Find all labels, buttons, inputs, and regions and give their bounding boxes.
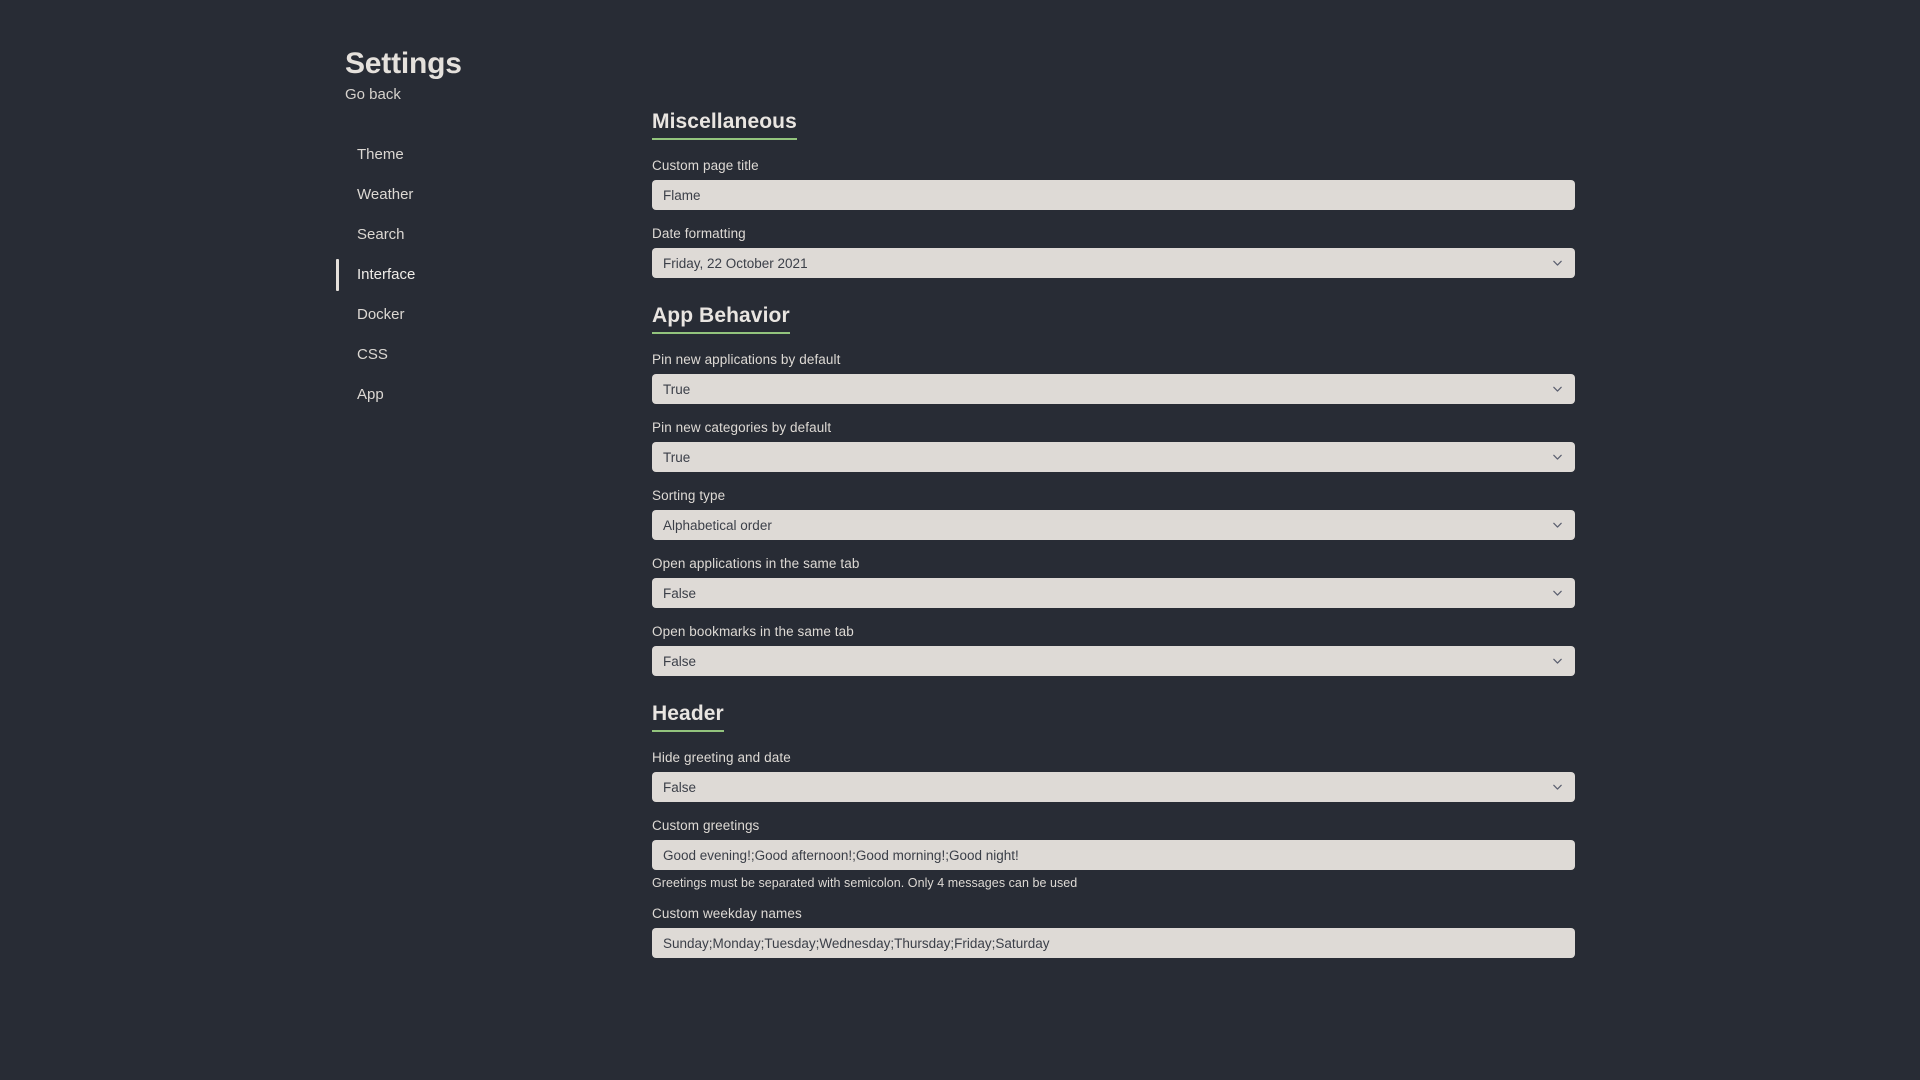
custom-greetings-helper-text: Greetings must be separated with semicol… (652, 876, 1078, 890)
sidebar-item-label: App (357, 386, 384, 403)
settings-sidebar: Settings Go back Theme Weather Search In… (336, 47, 605, 415)
pin-new-applications-select[interactable]: True (652, 374, 1575, 404)
custom-greetings-input[interactable]: Good evening!;Good afternoon!;Good morni… (652, 840, 1575, 870)
go-back-link[interactable]: Go back (345, 86, 605, 103)
field-hide-greeting-and-date: Hide greeting and date False (652, 750, 1575, 802)
custom-weekday-names-input[interactable]: Sunday;Monday;Tuesday;Wednesday;Thursday… (652, 928, 1575, 958)
field-custom-page-title: Custom page title Flame (652, 158, 1575, 210)
field-sorting-type: Sorting type Alphabetical order (652, 488, 1575, 540)
chevron-down-icon (1552, 452, 1563, 463)
chevron-down-icon (1552, 656, 1563, 667)
hide-greeting-and-date-select[interactable]: False (652, 772, 1575, 802)
field-label: Pin new applications by default (652, 352, 841, 367)
section-heading-app-behavior: App Behavior (652, 304, 790, 334)
section-heading-miscellaneous: Miscellaneous (652, 110, 797, 140)
settings-page: Settings Go back Theme Weather Search In… (0, 0, 1920, 1080)
field-label: Open bookmarks in the same tab (652, 624, 854, 639)
custom-page-title-input[interactable]: Flame (652, 180, 1575, 210)
field-pin-new-applications: Pin new applications by default True (652, 352, 1575, 404)
field-pin-new-categories: Pin new categories by default True (652, 420, 1575, 472)
chevron-down-icon (1552, 520, 1563, 531)
pin-new-categories-select[interactable]: True (652, 442, 1575, 472)
open-bookmarks-same-tab-select[interactable]: False (652, 646, 1575, 676)
select-value: Friday, 22 October 2021 (663, 255, 808, 271)
field-open-applications-same-tab: Open applications in the same tab False (652, 556, 1575, 608)
date-formatting-select[interactable]: Friday, 22 October 2021 (652, 248, 1575, 278)
select-value: False (663, 585, 697, 601)
sidebar-item-label: Search (357, 226, 405, 243)
select-value: True (663, 381, 691, 397)
field-custom-weekday-names: Custom weekday names Sunday;Monday;Tuesd… (652, 906, 1575, 958)
chevron-down-icon (1552, 384, 1563, 395)
open-applications-same-tab-select[interactable]: False (652, 578, 1575, 608)
select-value: True (663, 449, 691, 465)
field-custom-greetings: Custom greetings Good evening!;Good afte… (652, 818, 1575, 890)
field-label: Sorting type (652, 488, 726, 503)
settings-nav: Theme Weather Search Interface Docker CS… (336, 135, 605, 415)
field-open-bookmarks-same-tab: Open bookmarks in the same tab False (652, 624, 1575, 676)
field-label: Custom page title (652, 158, 759, 173)
chevron-down-icon (1552, 258, 1563, 269)
field-label: Custom greetings (652, 818, 760, 833)
section-app-behavior-header: App Behavior (652, 304, 1575, 334)
sidebar-item-theme[interactable]: Theme (345, 135, 605, 175)
select-value: False (663, 653, 697, 669)
chevron-down-icon (1552, 782, 1563, 793)
sidebar-item-label: Weather (357, 186, 414, 203)
sidebar-item-search[interactable]: Search (345, 215, 605, 255)
sidebar-item-css[interactable]: CSS (345, 335, 605, 375)
field-label: Hide greeting and date (652, 750, 791, 765)
sidebar-item-label: Docker (357, 306, 405, 323)
select-value: Alphabetical order (663, 517, 772, 533)
chevron-down-icon (1552, 588, 1563, 599)
field-date-formatting: Date formatting Friday, 22 October 2021 (652, 226, 1575, 278)
sidebar-item-app[interactable]: App (345, 375, 605, 415)
field-label: Date formatting (652, 226, 746, 241)
sidebar-item-weather[interactable]: Weather (345, 175, 605, 215)
select-value: False (663, 779, 697, 795)
sidebar-item-label: Interface (357, 266, 416, 283)
sidebar-item-label: CSS (357, 346, 388, 363)
section-miscellaneous-header: Miscellaneous (652, 110, 1575, 140)
page-title: Settings (345, 47, 462, 80)
field-label: Custom weekday names (652, 906, 802, 921)
section-heading-header: Header (652, 702, 724, 732)
settings-content: Miscellaneous Custom page title Flame Da… (652, 110, 1575, 974)
field-label: Open applications in the same tab (652, 556, 860, 571)
sorting-type-select[interactable]: Alphabetical order (652, 510, 1575, 540)
sidebar-item-label: Theme (357, 146, 404, 163)
sidebar-item-docker[interactable]: Docker (345, 295, 605, 335)
sidebar-item-interface[interactable]: Interface (336, 255, 605, 295)
field-label: Pin new categories by default (652, 420, 832, 435)
section-header-header: Header (652, 702, 1575, 732)
